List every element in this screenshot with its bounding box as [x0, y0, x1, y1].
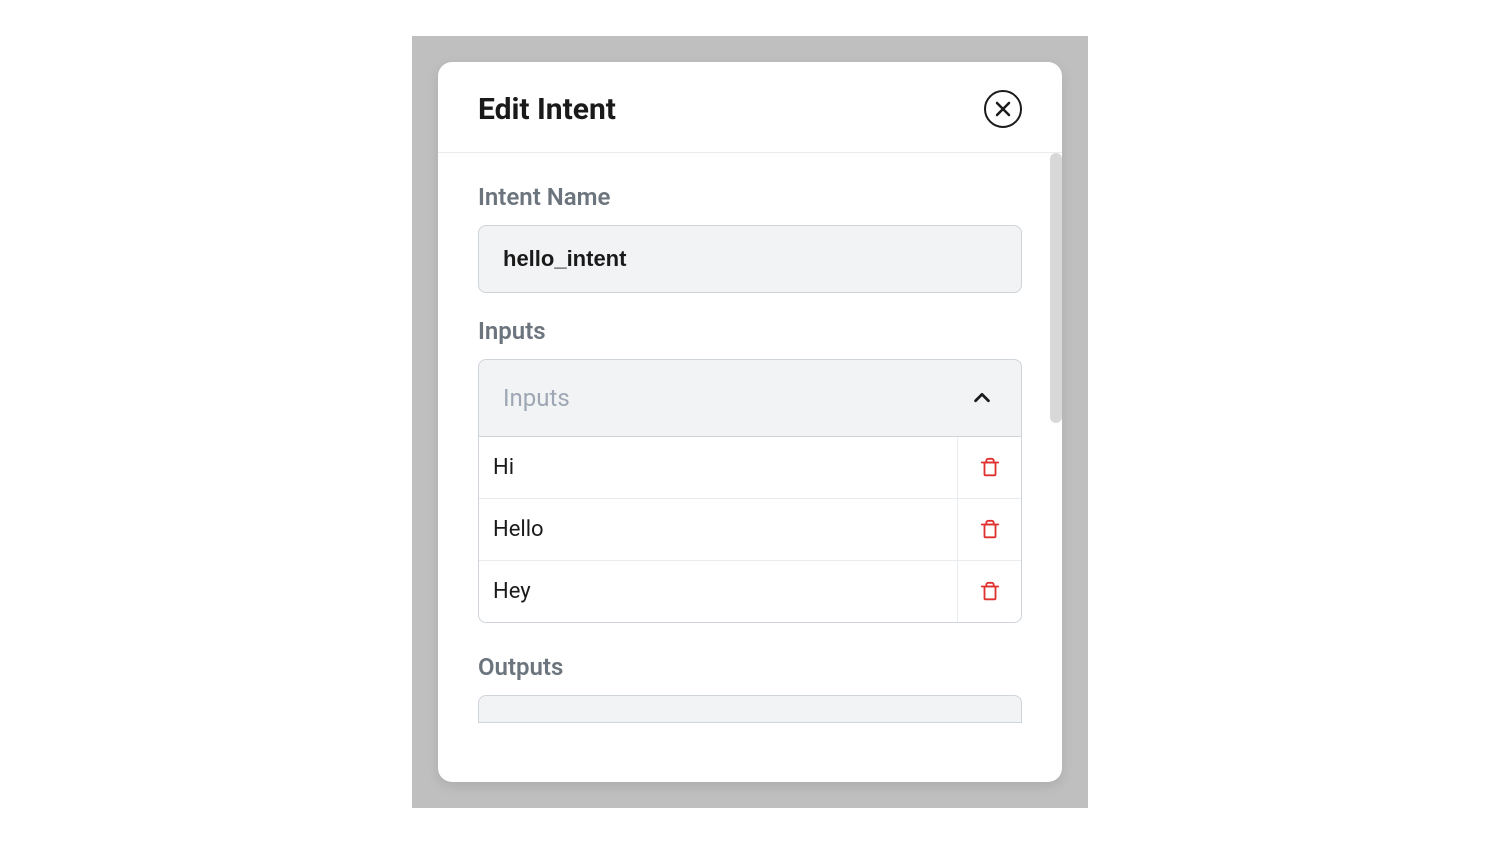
inputs-list-item-text: Hi [479, 437, 957, 498]
inputs-label: Inputs [478, 317, 1022, 345]
outputs-collapse-toggle[interactable] [478, 695, 1022, 723]
inputs-list-item: Hello [479, 499, 1021, 561]
modal-header: Edit Intent [438, 62, 1062, 153]
delete-input-button[interactable] [957, 561, 1021, 622]
inputs-list-item-text: Hey [479, 561, 957, 622]
inputs-list-item: Hi [479, 437, 1021, 499]
close-button[interactable] [984, 90, 1022, 128]
modal-backdrop: Edit Intent Intent Name Inputs Inputs [412, 36, 1088, 808]
intent-name-label: Intent Name [478, 183, 1022, 211]
inputs-list-item: Hey [479, 561, 1021, 622]
edit-intent-modal: Edit Intent Intent Name Inputs Inputs [438, 62, 1062, 782]
trash-icon [979, 580, 1001, 604]
scrollbar-thumb[interactable] [1050, 153, 1062, 423]
inputs-list: Hi Hello [478, 437, 1022, 623]
modal-title: Edit Intent [478, 92, 616, 127]
modal-body: Intent Name Inputs Inputs Hi [438, 153, 1062, 773]
inputs-list-item-text: Hello [479, 499, 957, 560]
delete-input-button[interactable] [957, 437, 1021, 498]
trash-icon [979, 456, 1001, 480]
inputs-collapse-label: Inputs [503, 384, 570, 412]
inputs-collapse-toggle[interactable]: Inputs [478, 359, 1022, 437]
delete-input-button[interactable] [957, 499, 1021, 560]
trash-icon [979, 518, 1001, 542]
chevron-up-icon [971, 387, 993, 409]
close-icon [995, 101, 1011, 117]
outputs-label: Outputs [478, 653, 1022, 681]
intent-name-input[interactable] [478, 225, 1022, 293]
